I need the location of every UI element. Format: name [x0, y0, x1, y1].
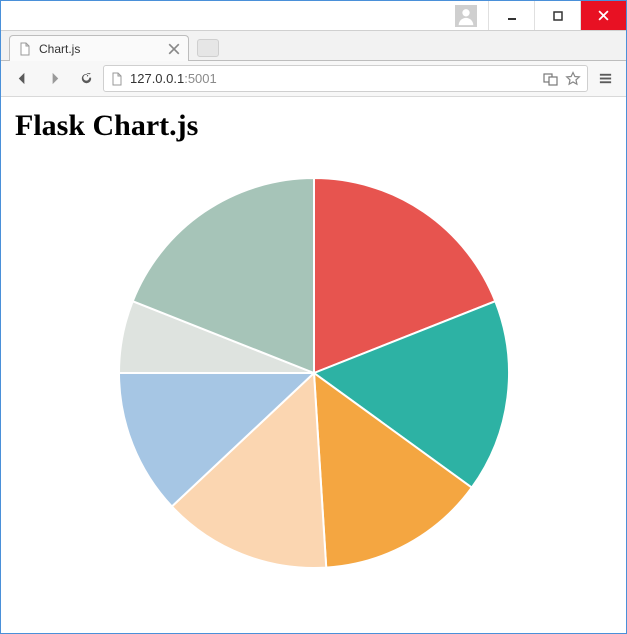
translate-icon — [543, 71, 559, 87]
user-account-button[interactable] — [444, 1, 488, 30]
page-heading: Flask Chart.js — [15, 109, 612, 143]
bookmark-button[interactable] — [565, 71, 581, 87]
titlebar-spacer — [1, 1, 444, 30]
window-minimize-button[interactable] — [488, 1, 534, 30]
user-icon — [455, 5, 477, 27]
reload-button[interactable] — [71, 65, 101, 93]
url-text: 127.0.0.1:5001 — [130, 71, 537, 86]
hamburger-icon — [598, 71, 613, 86]
back-button[interactable] — [7, 65, 37, 93]
reload-icon — [79, 71, 94, 86]
minimize-icon — [507, 11, 517, 21]
x-icon — [168, 43, 180, 55]
page-icon — [18, 42, 32, 56]
window-close-button[interactable] — [580, 1, 626, 30]
browser-tab-active[interactable]: Chart.js — [9, 35, 189, 61]
star-icon — [565, 71, 581, 87]
tab-close-button[interactable] — [168, 43, 180, 55]
browser-window: Chart.js — [0, 0, 627, 634]
translate-button[interactable] — [543, 71, 559, 87]
arrow-left-icon — [15, 71, 30, 86]
url-port: :5001 — [184, 71, 217, 86]
close-icon — [598, 10, 609, 21]
pie-chart — [94, 153, 534, 593]
browser-toolbar: 127.0.0.1:5001 — [1, 61, 626, 97]
menu-button[interactable] — [590, 65, 620, 93]
forward-button[interactable] — [39, 65, 69, 93]
file-icon — [110, 72, 124, 86]
url-host: 127.0.0.1 — [130, 71, 184, 86]
maximize-icon — [553, 11, 563, 21]
page-content: Flask Chart.js — [1, 97, 626, 633]
tab-strip: Chart.js — [1, 31, 626, 61]
new-tab-button[interactable] — [197, 39, 219, 57]
window-maximize-button[interactable] — [534, 1, 580, 30]
address-bar[interactable]: 127.0.0.1:5001 — [103, 65, 588, 92]
chart-container — [15, 153, 612, 593]
window-titlebar — [1, 1, 626, 31]
arrow-right-icon — [47, 71, 62, 86]
tab-title: Chart.js — [39, 42, 161, 56]
